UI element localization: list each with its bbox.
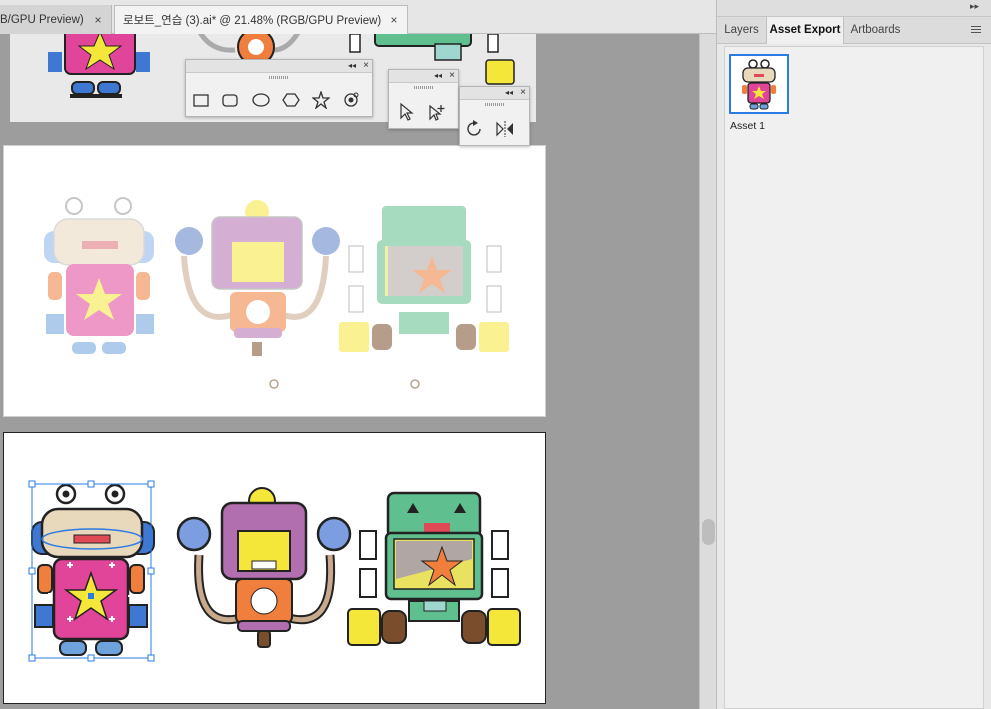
artboard-bottom[interactable] — [3, 432, 546, 704]
collapse-panels-icon[interactable]: ▸▸ — [970, 1, 979, 12]
rectangle-tool-icon[interactable] — [189, 88, 213, 112]
collapse-icon[interactable]: ◂◂ — [434, 70, 442, 82]
document-tab-bar: B/GPU Preview) × 로보트_연습 (3).ai* @ 21.48%… — [0, 0, 716, 34]
polygon-tool-icon[interactable] — [279, 88, 303, 112]
robot-artwork-faded — [44, 197, 509, 389]
scrollbar-thumb[interactable] — [702, 519, 715, 545]
add-anchor-point-tool-icon[interactable] — [425, 100, 449, 124]
artboard-middle[interactable] — [3, 145, 546, 417]
tab-layers[interactable]: Layers — [717, 17, 766, 43]
panel-menu-icon[interactable] — [971, 26, 981, 34]
asset-label: Asset 1 — [730, 120, 766, 132]
asset-list: Asset 1 — [724, 46, 984, 709]
collapse-icon[interactable]: ◂◂ — [348, 60, 356, 72]
collapse-icon[interactable]: ◂◂ — [505, 87, 513, 99]
document-tab-1[interactable]: B/GPU Preview) × — [0, 5, 112, 34]
selected-robot[interactable] — [28, 480, 155, 662]
panel-tab-bar: Layers Asset Export Artboards — [717, 17, 991, 44]
vertical-scrollbar[interactable] — [699, 34, 717, 709]
tab-asset-export[interactable]: Asset Export — [766, 17, 844, 44]
star-tool-icon[interactable] — [309, 88, 333, 112]
asset-export-panel: ▸▸ Layers Asset Export Artboards Asset 1 — [716, 0, 991, 709]
ellipse-tool-icon[interactable] — [249, 88, 273, 112]
panel-header[interactable]: ◂◂ × — [186, 60, 372, 73]
panel-dock-bar: ▸▸ — [717, 0, 991, 17]
canvas-area[interactable]: ◂◂ × ◂◂ × ◂◂ × — [0, 34, 699, 709]
selection-tools-panel[interactable]: ◂◂ × — [388, 69, 459, 129]
reflect-tool-icon[interactable] — [493, 117, 517, 141]
close-icon[interactable]: × — [363, 60, 369, 72]
selection-tool-icon[interactable] — [394, 100, 418, 124]
drag-grip[interactable] — [389, 83, 458, 91]
panel-header[interactable]: ◂◂ × — [460, 87, 529, 100]
flare-tool-icon[interactable] — [339, 88, 363, 112]
tab-artboards[interactable]: Artboards — [843, 17, 908, 43]
document-tab-1-label: B/GPU Preview) — [0, 13, 84, 26]
robot-thumbnail-icon — [742, 59, 776, 110]
shape-tools-panel[interactable]: ◂◂ × — [185, 59, 373, 117]
document-tab-2-label: 로보트_연습 (3).ai* @ 21.48% (RGB/GPU Preview… — [123, 15, 382, 27]
close-icon[interactable]: × — [387, 13, 401, 27]
drag-grip[interactable] — [186, 73, 372, 81]
rounded-rectangle-tool-icon[interactable] — [218, 88, 242, 112]
panel-header[interactable]: ◂◂ × — [389, 70, 458, 83]
robot-artwork — [28, 480, 521, 662]
transform-tools-panel[interactable]: ◂◂ × — [459, 86, 530, 146]
document-tab-2[interactable]: 로보트_연습 (3).ai* @ 21.48% (RGB/GPU Preview… — [114, 5, 408, 34]
asset-thumbnail[interactable] — [729, 54, 789, 114]
close-icon[interactable]: × — [91, 13, 105, 27]
drag-grip[interactable] — [460, 100, 529, 108]
close-icon[interactable]: × — [520, 87, 526, 99]
close-icon[interactable]: × — [449, 70, 455, 82]
rotate-tool-icon[interactable] — [463, 117, 487, 141]
